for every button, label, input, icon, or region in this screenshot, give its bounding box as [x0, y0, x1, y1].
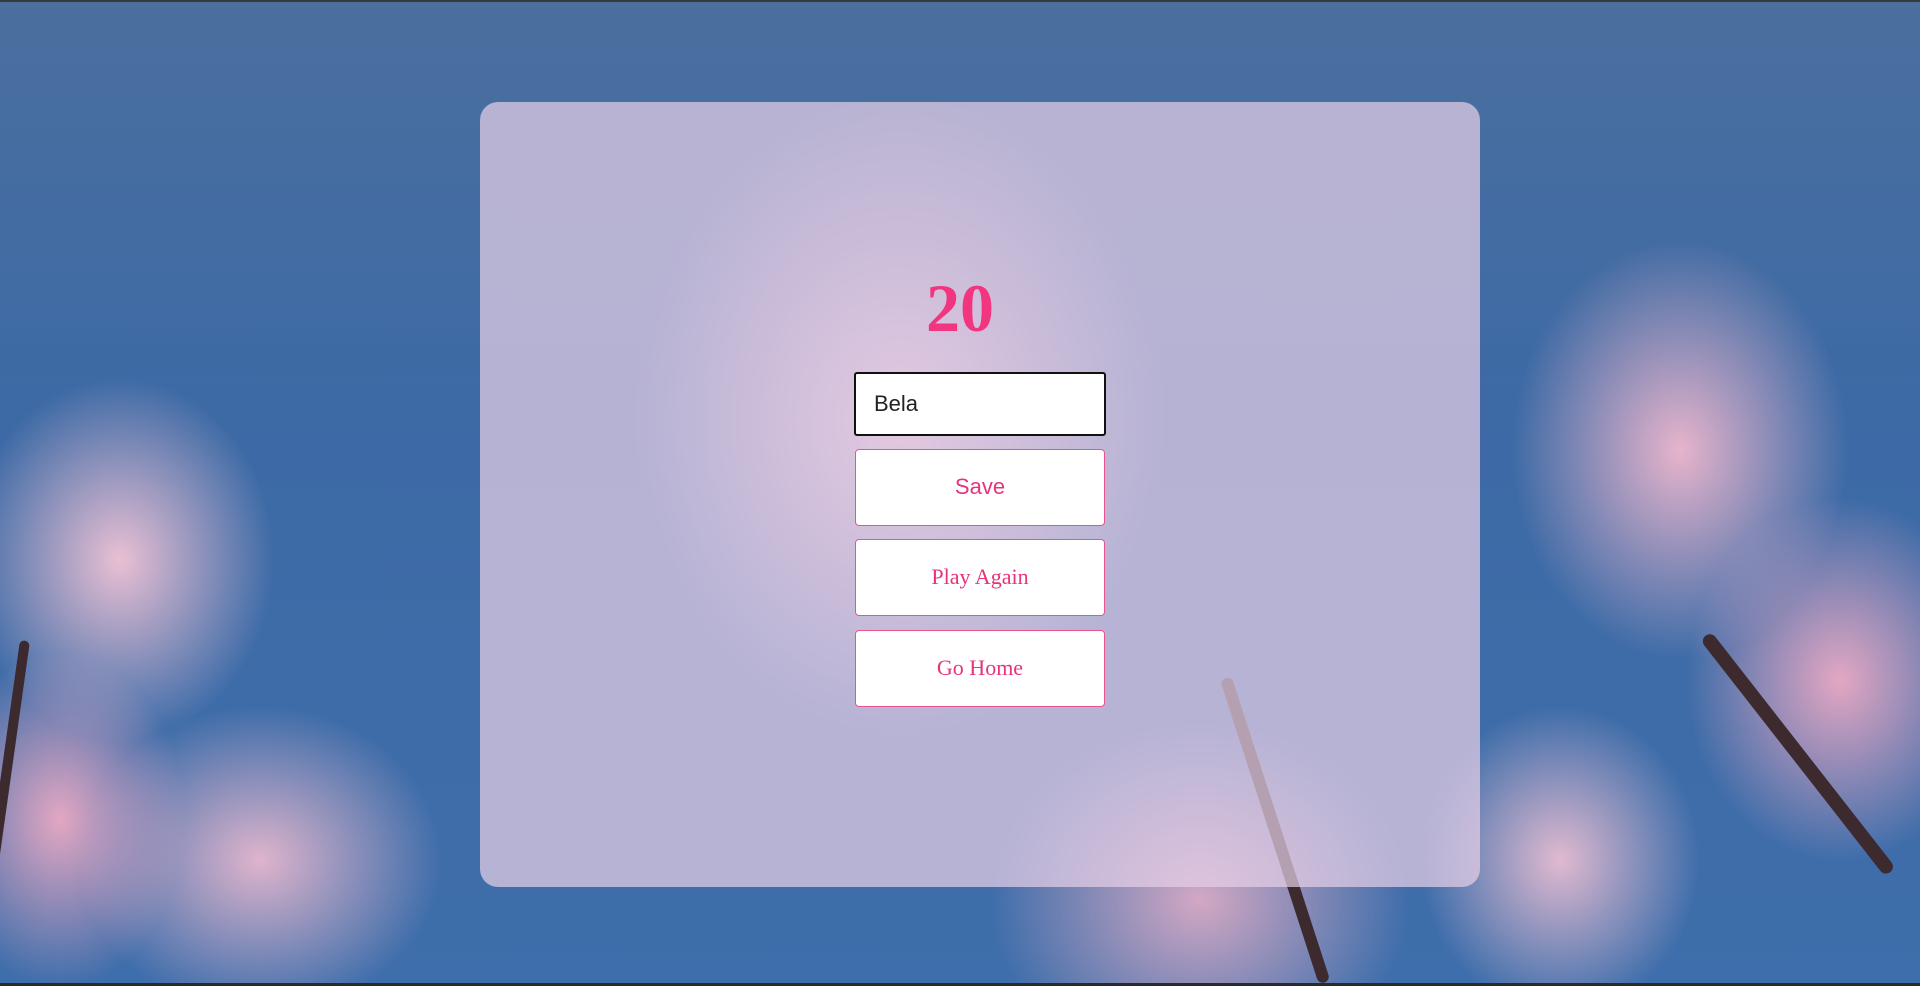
play-again-button[interactable]: Play Again [855, 539, 1105, 616]
save-button[interactable]: Save [855, 449, 1105, 526]
top-border [0, 0, 1920, 2]
player-name-input[interactable] [854, 372, 1106, 436]
final-score: 20 [926, 270, 994, 346]
go-home-button[interactable]: Go Home [855, 630, 1105, 707]
branch-decoration [0, 640, 30, 899]
branch-decoration [1700, 631, 1896, 877]
